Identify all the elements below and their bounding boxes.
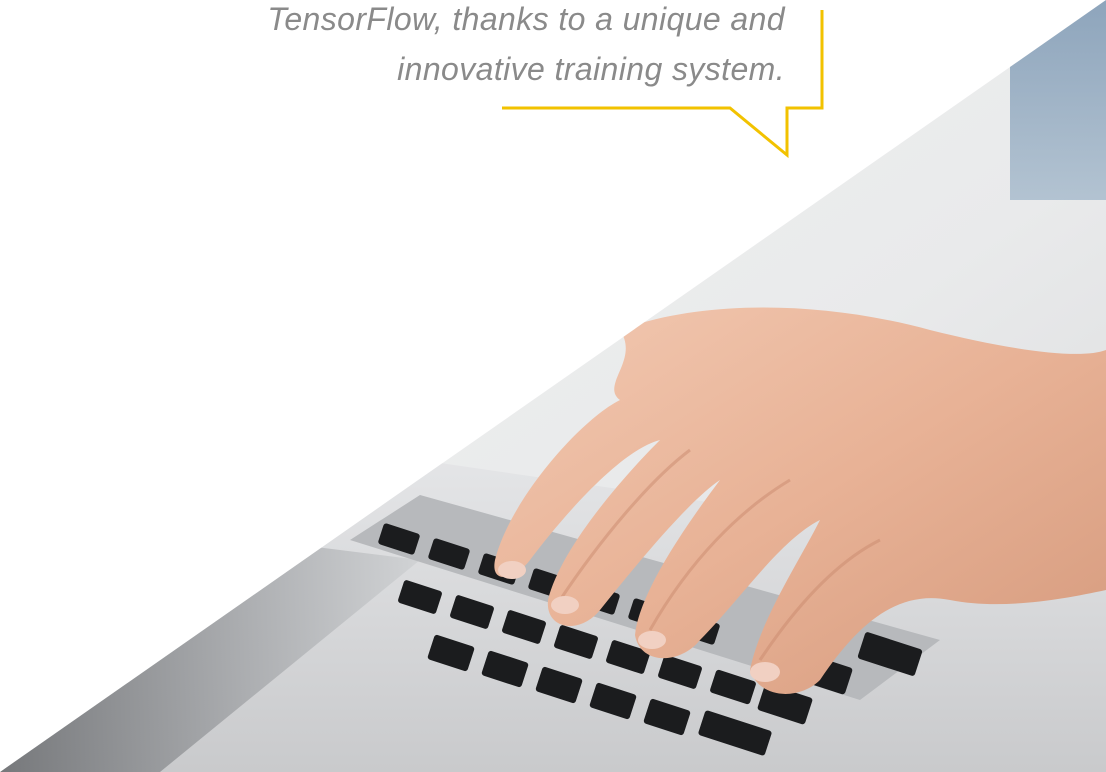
laptop-typing-photo [0, 0, 1106, 772]
quote-line-1: TensorFlow, thanks to a unique and [267, 1, 785, 37]
quote-line-2: innovative training system. [397, 51, 785, 87]
testimonial-quote: TensorFlow, thanks to a unique and innov… [120, 0, 785, 94]
page: TensorFlow, thanks to a unique and innov… [0, 0, 1106, 772]
